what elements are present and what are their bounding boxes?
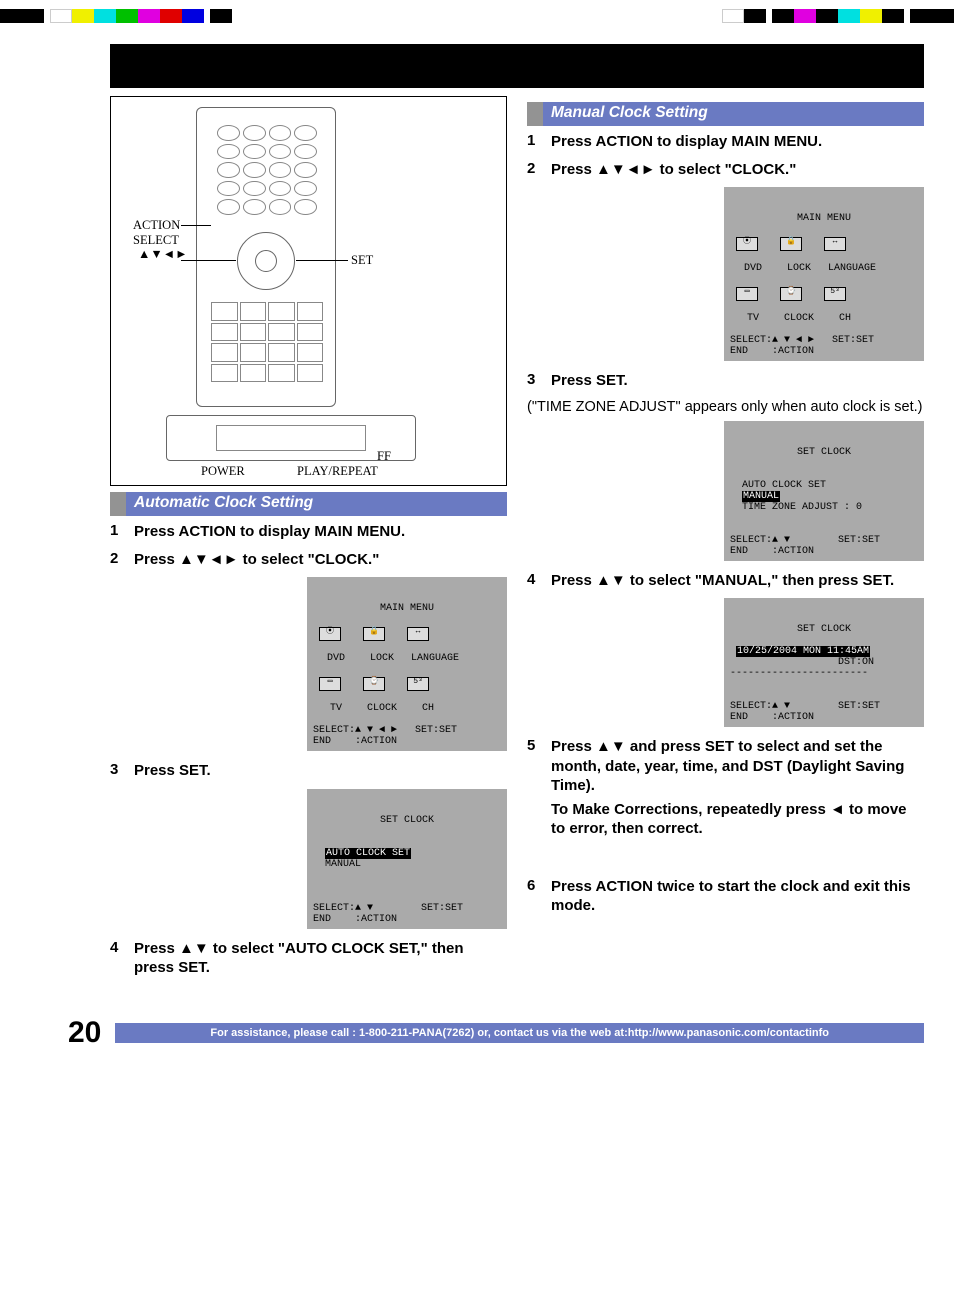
osd-set-clock-manual-1: SET CLOCK AUTO CLOCK SET MANUAL TIME ZON… — [724, 421, 924, 561]
manual-step-4: 4 Press ▲▼ to select "MANUAL," then pres… — [527, 571, 924, 591]
label-power: POWER — [201, 464, 245, 479]
manual-step-3-note: ("TIME ZONE ADJUST" appears only when au… — [527, 399, 924, 415]
auto-clock-header: Automatic Clock Setting — [110, 492, 507, 516]
manual-clock-header: Manual Clock Setting — [527, 102, 924, 126]
label-select: SELECT — [133, 233, 179, 248]
left-column: ACTION SELECT ▲▼◄► SET FF POWER PLAY/REP… — [110, 96, 507, 986]
label-set: SET — [351, 253, 373, 268]
osd-set-clock-manual-2: SET CLOCK 10/25/2004 MON 11:45AM DST:ON … — [724, 598, 924, 727]
label-action: ACTION — [133, 218, 180, 233]
header-blackbar — [110, 44, 924, 88]
footer-assistance: For assistance, please call : 1-800-211-… — [115, 1023, 924, 1043]
color-swatch-bar — [0, 0, 954, 24]
osd-main-menu-auto: MAIN MENU ⦿🔒↔ DVDLOCKLANGUAGE ▭⌚5³ TVCLO… — [307, 577, 507, 751]
auto-step-2: 2 Press ▲▼◄► to select "CLOCK." — [110, 550, 507, 570]
auto-step-4: 4 Press ▲▼ to select "AUTO CLOCK SET," t… — [110, 939, 507, 978]
label-ff: FF — [377, 449, 391, 464]
manual-step-3: 3 Press SET. — [527, 371, 924, 391]
osd-set-clock-auto: SET CLOCK AUTO CLOCK SET MANUAL SELECT:▲… — [307, 789, 507, 929]
auto-step-3: 3 Press SET. — [110, 761, 507, 781]
label-select-arrows: ▲▼◄► — [138, 247, 188, 261]
manual-step-5b: To Make Corrections, repeatedly press ◄ … — [527, 800, 924, 839]
remote-diagram: ACTION SELECT ▲▼◄► SET FF POWER PLAY/REP… — [110, 96, 507, 486]
manual-step-2: 2 Press ▲▼◄► to select "CLOCK." — [527, 160, 924, 180]
osd-main-menu-manual: MAIN MENU ⦿🔒↔ DVDLOCKLANGUAGE ▭⌚5³ TVCLO… — [724, 187, 924, 361]
right-column: Manual Clock Setting 1 Press ACTION to d… — [527, 96, 924, 986]
manual-step-5: 5 Press ▲▼ and press SET to select and s… — [527, 737, 924, 796]
label-play: PLAY/REPEAT — [297, 464, 378, 479]
auto-step-1: 1 Press ACTION to display MAIN MENU. — [110, 522, 507, 542]
page-number: 20 — [68, 1016, 101, 1050]
manual-step-1: 1 Press ACTION to display MAIN MENU. — [527, 132, 924, 152]
manual-step-6: 6 Press ACTION twice to start the clock … — [527, 877, 924, 916]
